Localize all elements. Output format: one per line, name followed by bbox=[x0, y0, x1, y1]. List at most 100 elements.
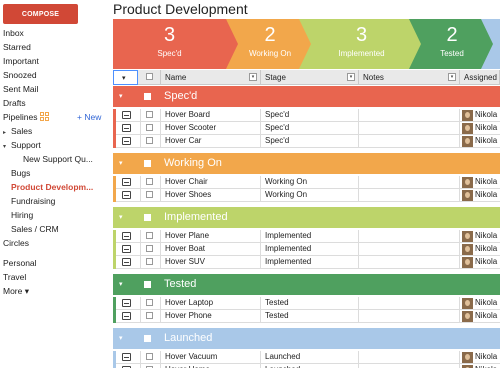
box-icon[interactable] bbox=[122, 137, 131, 145]
row-stage[interactable]: Spec'd bbox=[261, 135, 359, 148]
row-checkbox[interactable] bbox=[146, 232, 153, 239]
table-row[interactable]: Hover Boat Implemented Nikola bbox=[113, 243, 500, 256]
header-menu[interactable]: ▾ bbox=[113, 70, 138, 85]
row-assignee[interactable]: Nikola bbox=[460, 189, 500, 202]
box-icon[interactable] bbox=[122, 245, 131, 253]
row-checkbox[interactable] bbox=[146, 191, 153, 198]
pipeline-item-5[interactable]: Fundraising bbox=[11, 196, 55, 207]
collapse-triangle-icon[interactable]: ▾ bbox=[119, 328, 123, 349]
pipeline-item-4[interactable]: Product Developm... bbox=[11, 182, 93, 193]
row-assignee[interactable]: Nikola bbox=[460, 122, 500, 135]
box-icon[interactable] bbox=[122, 299, 131, 307]
row-name[interactable]: Hover Shoes bbox=[161, 189, 261, 202]
table-row[interactable]: Hover SUV Implemented Nikola bbox=[113, 256, 500, 269]
row-stage[interactable]: Launched bbox=[261, 364, 359, 368]
row-assignee[interactable]: Nikola bbox=[460, 364, 500, 368]
open-box-cell[interactable] bbox=[116, 351, 141, 364]
header-name[interactable]: Name ▾ bbox=[161, 70, 261, 85]
row-assignee[interactable]: Nikola bbox=[460, 176, 500, 189]
group-header-launched[interactable]: ▾ Launched bbox=[113, 328, 500, 349]
row-assignee[interactable]: Nikola bbox=[460, 256, 500, 269]
group-checkbox[interactable] bbox=[144, 281, 151, 288]
row-assignee[interactable]: Nikola bbox=[460, 243, 500, 256]
open-box-cell[interactable] bbox=[116, 364, 141, 368]
nav-item-circles[interactable]: Circles bbox=[3, 238, 29, 249]
box-icon[interactable] bbox=[122, 178, 131, 186]
row-checkbox[interactable] bbox=[146, 137, 153, 144]
open-box-cell[interactable] bbox=[116, 122, 141, 135]
column-menu-icon[interactable]: ▾ bbox=[347, 73, 355, 81]
nav-item-important[interactable]: Important bbox=[3, 56, 39, 67]
table-row[interactable]: Hover Board Spec'd Nikola bbox=[113, 109, 500, 122]
row-checkbox-cell[interactable] bbox=[141, 189, 161, 202]
row-stage[interactable]: Tested bbox=[261, 297, 359, 310]
pipeline-item-3[interactable]: Bugs bbox=[11, 168, 30, 179]
row-notes[interactable] bbox=[359, 109, 460, 122]
table-row[interactable]: Hover Plane Implemented Nikola bbox=[113, 230, 500, 243]
row-assignee[interactable]: Nikola bbox=[460, 230, 500, 243]
row-notes[interactable] bbox=[359, 243, 460, 256]
row-checkbox-cell[interactable] bbox=[141, 122, 161, 135]
chevron-down-icon[interactable]: ▾ bbox=[3, 142, 11, 153]
nav-item-travel[interactable]: Travel bbox=[3, 272, 26, 283]
nav-item-starred[interactable]: Starred bbox=[3, 42, 31, 53]
group-header-spec-d[interactable]: ▾ Spec'd bbox=[113, 86, 500, 107]
row-checkbox[interactable] bbox=[146, 111, 153, 118]
table-row[interactable]: Hover Shoes Working On Nikola bbox=[113, 189, 500, 202]
row-stage[interactable]: Working On bbox=[261, 176, 359, 189]
row-assignee[interactable]: Nikola bbox=[460, 135, 500, 148]
row-checkbox-cell[interactable] bbox=[141, 135, 161, 148]
nav-item-snoozed[interactable]: Snoozed bbox=[3, 70, 37, 81]
row-assignee[interactable]: Nikola bbox=[460, 351, 500, 364]
collapse-triangle-icon[interactable]: ▾ bbox=[119, 153, 123, 174]
header-stage[interactable]: Stage ▾ bbox=[261, 70, 359, 85]
header-select-all[interactable] bbox=[138, 70, 161, 85]
group-header-tested[interactable]: ▾ Tested bbox=[113, 274, 500, 295]
row-stage[interactable]: Tested bbox=[261, 310, 359, 323]
row-notes[interactable] bbox=[359, 176, 460, 189]
row-checkbox-cell[interactable] bbox=[141, 364, 161, 368]
row-name[interactable]: Hover Scooter bbox=[161, 122, 261, 135]
row-name[interactable]: Hover Car bbox=[161, 135, 261, 148]
table-row[interactable]: Hover HomeLaunched Nikola bbox=[113, 364, 500, 368]
row-checkbox-cell[interactable] bbox=[141, 176, 161, 189]
row-notes[interactable] bbox=[359, 297, 460, 310]
header-assigned[interactable]: Assigned T bbox=[460, 70, 500, 97]
pipeline-item-7[interactable]: Sales / CRM bbox=[11, 224, 59, 235]
row-name[interactable]: Hover Board bbox=[161, 109, 261, 122]
nav-item-more-[interactable]: More ▾ bbox=[3, 286, 29, 297]
box-icon[interactable] bbox=[122, 312, 131, 320]
row-name[interactable]: Hover Laptop bbox=[161, 297, 261, 310]
group-header-working-on[interactable]: ▾ Working On bbox=[113, 153, 500, 174]
group-checkbox[interactable] bbox=[144, 335, 151, 342]
nav-item-inbox[interactable]: Inbox bbox=[3, 28, 24, 39]
row-notes[interactable] bbox=[359, 135, 460, 148]
row-notes[interactable] bbox=[359, 230, 460, 243]
compose-button[interactable]: COMPOSE bbox=[3, 4, 78, 24]
row-notes[interactable] bbox=[359, 189, 460, 202]
row-checkbox[interactable] bbox=[146, 124, 153, 131]
row-checkbox[interactable] bbox=[146, 178, 153, 185]
row-checkbox-cell[interactable] bbox=[141, 351, 161, 364]
column-menu-icon[interactable]: ▾ bbox=[249, 73, 257, 81]
collapse-triangle-icon[interactable]: ▾ bbox=[119, 86, 123, 107]
row-name[interactable]: Hover Plane bbox=[161, 230, 261, 243]
row-stage[interactable]: Spec'd bbox=[261, 109, 359, 122]
row-checkbox[interactable] bbox=[146, 312, 153, 319]
row-name[interactable]: Hover Phone bbox=[161, 310, 261, 323]
header-notes[interactable]: Notes ▾ bbox=[359, 70, 460, 85]
row-stage[interactable]: Spec'd bbox=[261, 122, 359, 135]
group-header-implemented[interactable]: ▾ Implemented bbox=[113, 207, 500, 228]
row-checkbox[interactable] bbox=[146, 245, 153, 252]
row-name[interactable]: Hover Chair bbox=[161, 176, 261, 189]
row-checkbox-cell[interactable] bbox=[141, 256, 161, 269]
row-assignee[interactable]: Nikola bbox=[460, 310, 500, 323]
row-assignee[interactable]: Nikola bbox=[460, 297, 500, 310]
row-name[interactable]: Hover Vacuum bbox=[161, 351, 261, 364]
row-notes[interactable] bbox=[359, 122, 460, 135]
open-box-cell[interactable] bbox=[116, 310, 141, 323]
open-box-cell[interactable] bbox=[116, 176, 141, 189]
chevron-right-icon[interactable]: ▸ bbox=[3, 128, 11, 139]
table-row[interactable]: Hover Vacuum Launched Nikola bbox=[113, 351, 500, 364]
new-pipeline-link[interactable]: + New bbox=[77, 112, 101, 123]
